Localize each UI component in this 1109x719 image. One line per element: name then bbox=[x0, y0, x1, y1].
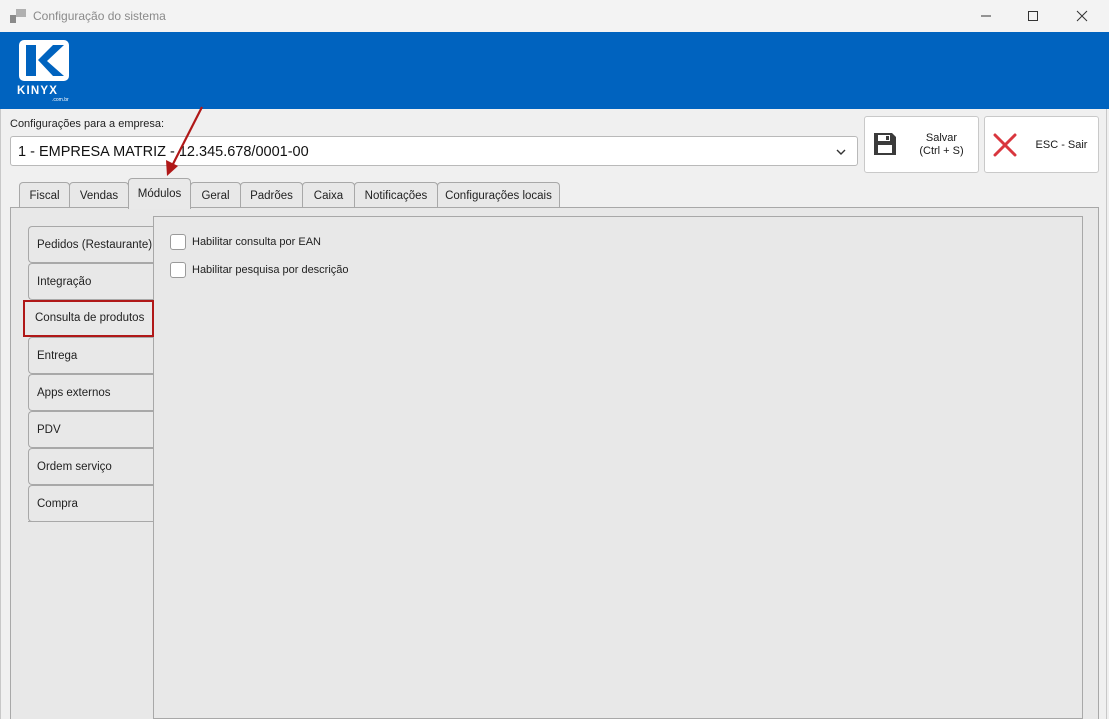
window-border-right bbox=[1106, 109, 1107, 719]
save-button[interactable]: Salvar (Ctrl + S) bbox=[864, 116, 979, 173]
save-button-label: Salvar (Ctrl + S) bbox=[919, 132, 964, 157]
module-tab-integracao-seguradora[interactable]: Integração Seguradora bbox=[28, 263, 154, 325]
company-select[interactable]: 1 - EMPRESA MATRIZ - 12.345.678/0001-00 bbox=[10, 136, 858, 166]
company-select-value: 1 - EMPRESA MATRIZ - 12.345.678/0001-00 bbox=[18, 144, 309, 160]
close-x-icon bbox=[993, 133, 1017, 157]
module-tab-pdv[interactable]: PDV bbox=[28, 411, 154, 448]
tab-configuracoes-locais[interactable]: Configurações locais bbox=[437, 182, 560, 208]
module-tab-entrega[interactable]: Entrega bbox=[28, 337, 154, 374]
module-tabs-bottom-line bbox=[28, 521, 154, 522]
module-tab-pedidos-restaurante[interactable]: Pedidos (Restaurante) bbox=[28, 226, 154, 263]
module-tab-consulta-de-produtos[interactable]: Consulta de produtos bbox=[23, 300, 154, 337]
window-title: Configuração do sistema bbox=[33, 9, 166, 23]
window-border-left bbox=[0, 109, 1, 719]
svg-text:.com.br: .com.br bbox=[52, 97, 69, 103]
minimize-icon bbox=[981, 15, 991, 17]
close-window-button[interactable] bbox=[1059, 0, 1105, 32]
tab-modulos[interactable]: Módulos bbox=[128, 178, 191, 209]
option-label-pesquisa-descricao: Habilitar pesquisa por descrição bbox=[192, 264, 349, 276]
tab-geral[interactable]: Geral bbox=[190, 182, 241, 208]
save-icon bbox=[874, 133, 896, 155]
maximize-icon bbox=[1028, 11, 1038, 21]
exit-button[interactable]: ESC - Sair bbox=[984, 116, 1099, 173]
option-label-consulta-ean: Habilitar consulta por EAN bbox=[192, 236, 322, 248]
exit-button-label: ESC - Sair bbox=[1035, 139, 1088, 151]
svg-text:KINYX: KINYX bbox=[17, 85, 58, 97]
module-tab-apps-externos[interactable]: Apps externos bbox=[28, 374, 154, 411]
title-bar: Configuração do sistema bbox=[0, 0, 1109, 32]
tab-vendas[interactable]: Vendas bbox=[69, 182, 129, 208]
maximize-button[interactable] bbox=[1010, 0, 1056, 32]
module-tab-compra[interactable]: Compra bbox=[28, 485, 154, 522]
tab-padroes[interactable]: Padrões bbox=[240, 182, 303, 208]
tab-caixa[interactable]: Caixa bbox=[302, 182, 355, 208]
header-banner: KINYX .com.br bbox=[0, 32, 1109, 109]
close-icon bbox=[1076, 10, 1088, 22]
kinyx-logo: KINYX .com.br bbox=[17, 40, 69, 103]
module-tab-ordem-servico[interactable]: Ordem serviço bbox=[28, 448, 154, 485]
minimize-button[interactable] bbox=[963, 0, 1009, 32]
checkbox-consulta-ean[interactable] bbox=[170, 234, 186, 250]
tab-notificacoes[interactable]: Notificações bbox=[354, 182, 438, 208]
checkbox-pesquisa-descricao[interactable] bbox=[170, 262, 186, 278]
tab-fiscal[interactable]: Fiscal bbox=[19, 182, 70, 208]
chevron-down-icon bbox=[836, 149, 846, 155]
app-icon bbox=[10, 9, 26, 23]
company-label: Configurações para a empresa: bbox=[10, 118, 165, 130]
module-options-panel bbox=[153, 216, 1083, 719]
